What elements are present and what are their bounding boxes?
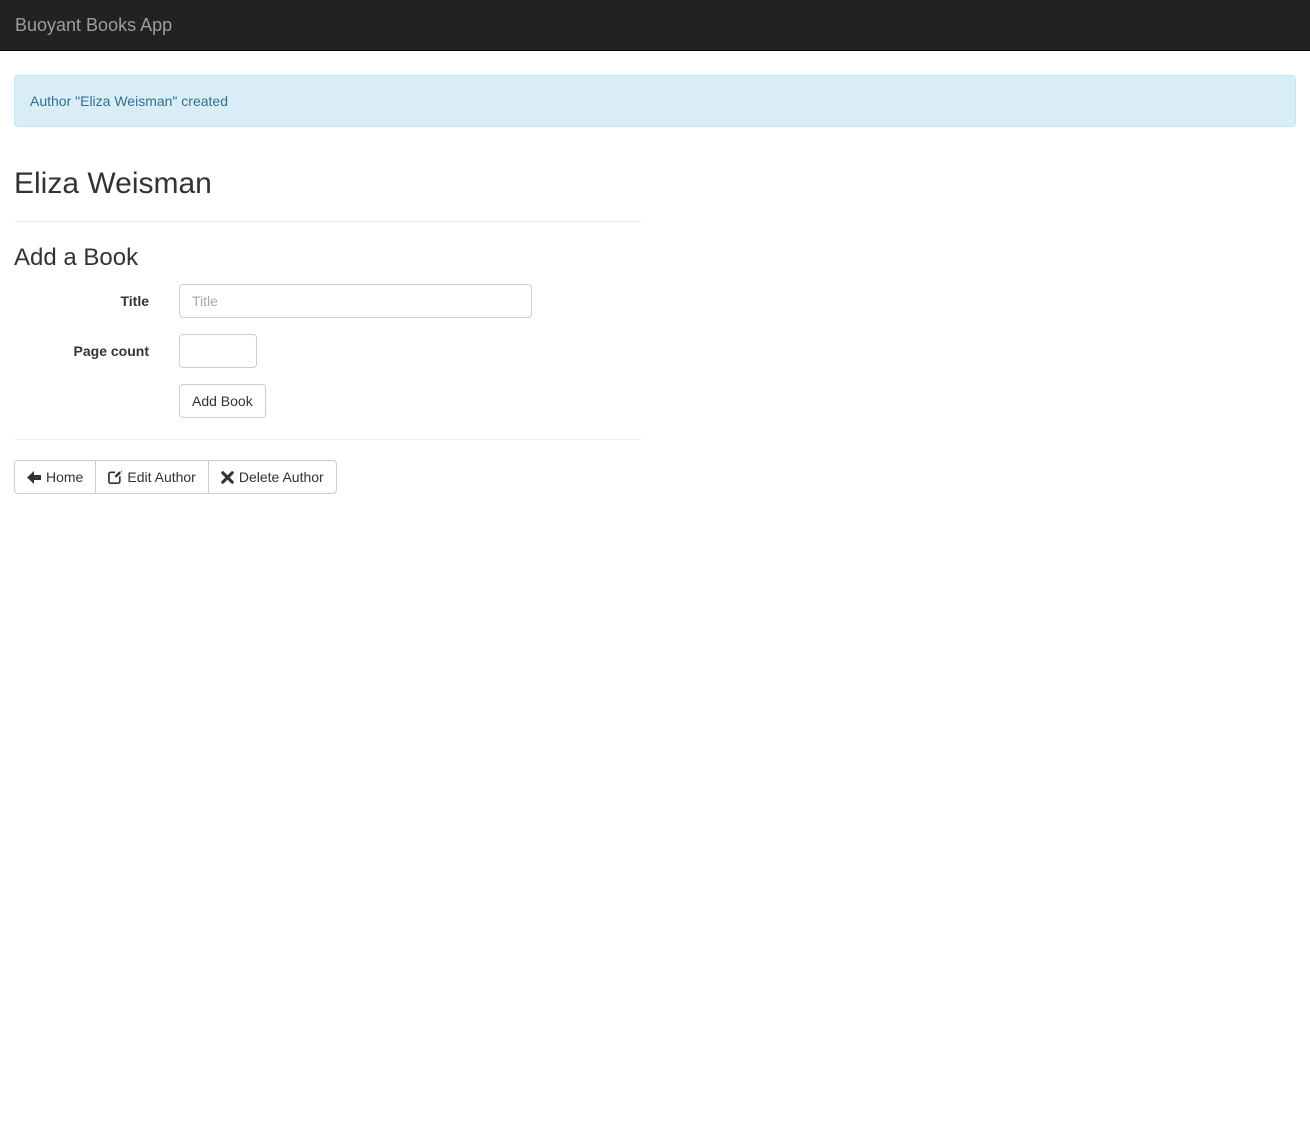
title-divider	[14, 221, 641, 222]
page-title: Eliza Weisman	[14, 167, 641, 200]
page-count-form-row: Page count	[14, 334, 641, 368]
arrow-left-icon	[27, 471, 41, 484]
edit-author-button-label: Edit Author	[127, 467, 196, 487]
delete-author-button[interactable]: Delete Author	[208, 460, 337, 494]
add-book-button-label: Add Book	[192, 391, 253, 411]
navbar-brand[interactable]: Buoyant Books App	[0, 0, 187, 50]
actions-divider	[14, 439, 641, 440]
title-form-row: Title	[14, 284, 641, 318]
edit-author-button[interactable]: Edit Author	[95, 460, 209, 494]
flash-alert-message: Author "Eliza Weisman" created	[30, 93, 228, 109]
page-count-label: Page count	[14, 334, 149, 368]
title-label: Title	[14, 284, 149, 318]
delete-author-button-label: Delete Author	[239, 467, 324, 487]
submit-form-row: Add Book	[179, 384, 641, 418]
page-count-input[interactable]	[179, 334, 257, 368]
flash-alert: Author "Eliza Weisman" created	[14, 75, 1296, 127]
add-book-button[interactable]: Add Book	[179, 384, 266, 418]
remove-x-icon	[221, 471, 234, 484]
home-button-label: Home	[46, 467, 83, 487]
add-book-heading: Add a Book	[14, 245, 641, 271]
content-column: Eliza Weisman Add a Book Title Page coun…	[14, 167, 641, 494]
add-book-form: Title Page count Add Book	[14, 284, 641, 418]
author-actions-group: Home Edit Author	[14, 460, 337, 494]
home-button[interactable]: Home	[14, 460, 96, 494]
top-navbar: Buoyant Books App	[0, 0, 1310, 51]
title-input[interactable]	[179, 284, 532, 318]
edit-icon	[108, 470, 122, 484]
main-container: Author "Eliza Weisman" created Eliza Wei…	[0, 75, 1310, 494]
